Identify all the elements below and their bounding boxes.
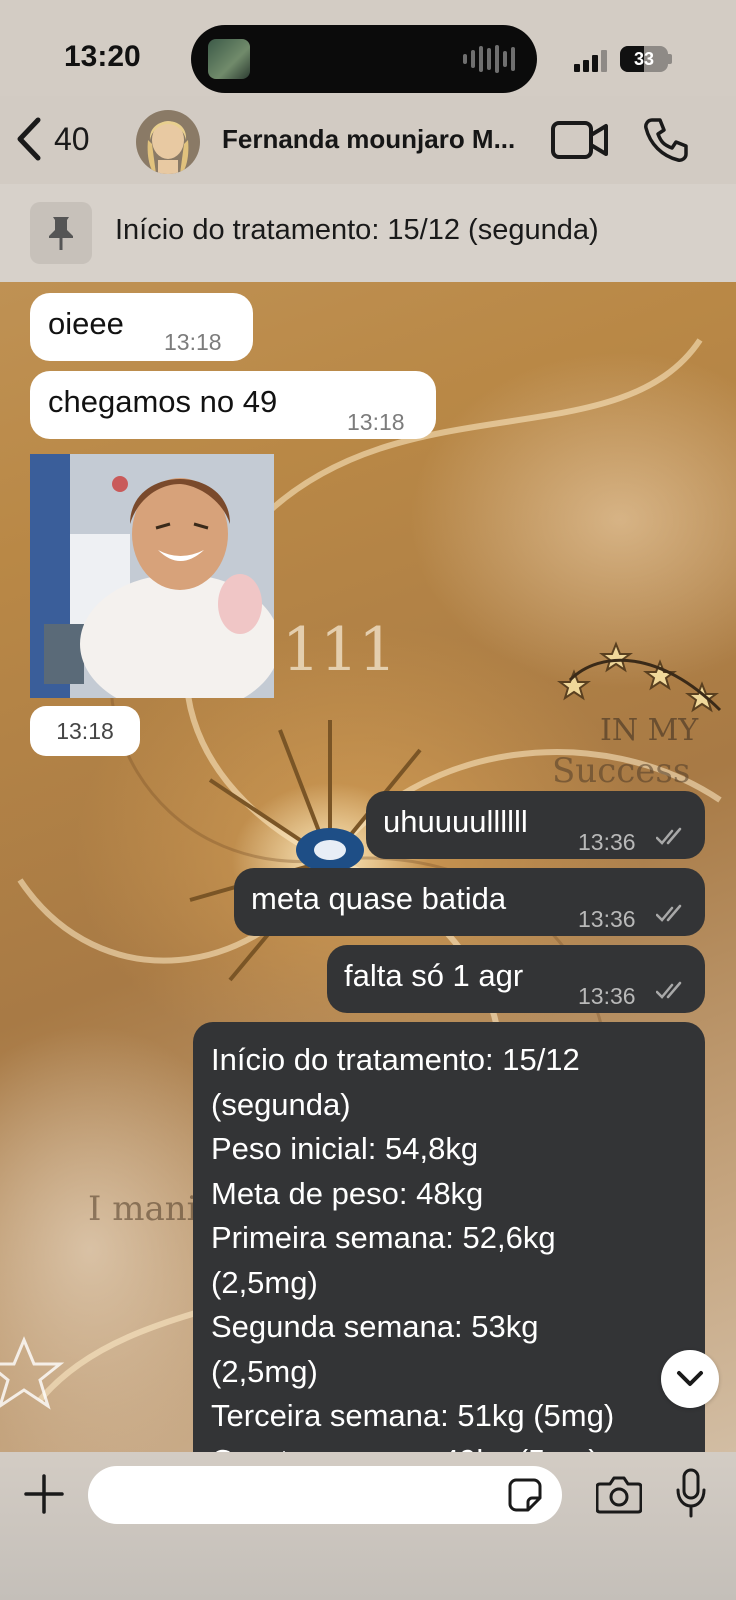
image-time: 13:18	[30, 706, 140, 756]
long-message-bubble[interactable]: Início do tratamento: 15/12 (segunda) Pe…	[193, 1022, 705, 1462]
back-button[interactable]: 40	[14, 114, 90, 164]
message-time: 13:36	[578, 983, 636, 1009]
message-line: Segunda semana: 53kg	[211, 1309, 539, 1344]
video-call-icon[interactable]	[550, 118, 610, 162]
message-bubble[interactable]: meta quase batida 13:36	[234, 868, 705, 936]
message-line: Terceira semana: 51kg (5mg)	[211, 1398, 615, 1433]
message-text: uhuuuullllll	[383, 804, 528, 839]
now-playing-thumbnail	[208, 39, 250, 79]
message-input[interactable]	[88, 1466, 562, 1524]
message-time: 13:18	[347, 409, 405, 435]
pin-icon	[30, 202, 92, 264]
message-line: Início do tratamento: 15/12	[211, 1042, 580, 1077]
message-text: chegamos no 49	[48, 384, 278, 419]
wallpaper-phrase-1: IN MY	[600, 713, 699, 748]
message-bubble[interactable]: chegamos no 49 13:18	[30, 371, 436, 439]
avatar[interactable]	[136, 110, 200, 174]
camera-icon[interactable]	[596, 1474, 642, 1514]
dynamic-island[interactable]	[191, 25, 537, 93]
chat-header: 40 Fernanda mounjaro M...	[0, 96, 736, 184]
phone-icon[interactable]	[642, 116, 690, 164]
photo-woman-laughing	[30, 454, 274, 698]
message-bubble[interactable]: falta só 1 agr 13:36	[327, 945, 705, 1013]
battery-nub	[668, 54, 672, 64]
message-line: Primeira semana: 52,6kg	[211, 1220, 556, 1255]
message-bubble[interactable]: uhuuuullllll 13:36	[366, 791, 705, 859]
message-line: Meta de peso: 48kg	[211, 1175, 484, 1211]
status-time: 13:20	[64, 40, 141, 73]
plus-icon[interactable]	[24, 1474, 64, 1514]
battery-icon: 33	[620, 46, 668, 72]
read-receipt-icon	[656, 827, 682, 845]
message-text: oieee	[48, 306, 124, 341]
sticker-icon[interactable]	[508, 1478, 542, 1512]
read-receipt-icon	[656, 981, 682, 999]
message-text: meta quase batida	[251, 881, 507, 916]
pinned-message-text: Início do tratamento: 15/12 (segunda)	[115, 214, 599, 246]
contact-name[interactable]: Fernanda mounjaro M...	[222, 124, 542, 155]
message-line: (segunda)	[211, 1086, 351, 1122]
message-line: (2,5mg)	[211, 1264, 318, 1300]
wallpaper-phrase-2: Success	[552, 751, 690, 791]
wallpaper-phrase-3: I mani	[88, 1189, 198, 1229]
read-receipt-icon	[656, 904, 682, 922]
message-line: Peso inicial: 54,8kg	[211, 1131, 479, 1166]
microphone-icon[interactable]	[676, 1468, 706, 1518]
message-time: 13:36	[578, 906, 636, 932]
pinned-message-bar[interactable]: Início do tratamento: 15/12 (segunda)	[0, 184, 736, 282]
message-text: falta só 1 agr	[344, 958, 524, 993]
image-message[interactable]	[30, 454, 274, 698]
cellular-signal-icon	[574, 50, 607, 72]
message-time: 13:18	[164, 329, 222, 355]
unread-count: 40	[54, 120, 90, 157]
status-bar: 13:20 33	[0, 0, 736, 110]
chevron-down-icon	[677, 1371, 703, 1386]
message-composer	[0, 1452, 736, 1600]
battery-level: 33	[633, 49, 655, 69]
chevron-left-icon	[17, 117, 41, 161]
message-line: (2,5mg)	[211, 1353, 318, 1389]
message-bubble[interactable]: oieee 13:18	[30, 293, 253, 361]
audio-wave-icon	[463, 45, 515, 73]
message-time: 13:36	[578, 829, 636, 855]
wallpaper-number: 111	[282, 615, 397, 685]
scroll-to-bottom-button[interactable]	[661, 1350, 719, 1408]
